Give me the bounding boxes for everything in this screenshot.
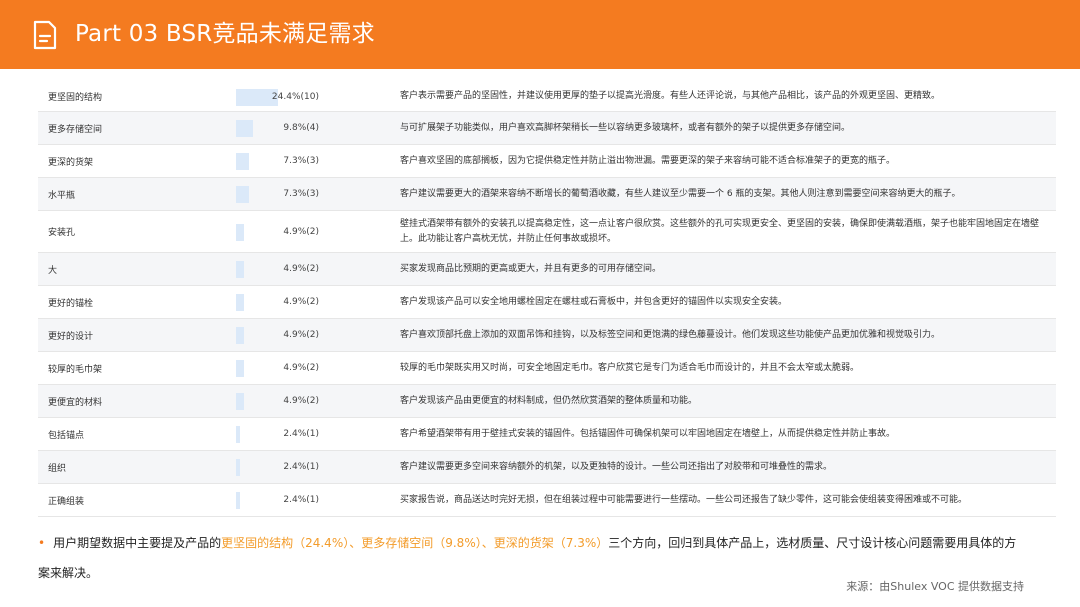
- percentage-bar: [236, 223, 244, 241]
- need-percentage: 7.3%(3): [283, 156, 319, 166]
- percentage-bar: [236, 120, 253, 137]
- need-description: 客户表示需要产品的坚固性，并建议使用更厚的垫子以提高光滑度。有些人还评论说，与其…: [400, 91, 941, 101]
- bullet-dot: •: [38, 536, 46, 550]
- percentage-bar: [236, 153, 249, 170]
- need-name: 组织: [48, 463, 67, 474]
- document-icon: [33, 20, 57, 50]
- percentage-bar: [236, 186, 249, 203]
- need-description: 买家发现商品比预期的更高或更大，并且有更多的可用存储空间。: [400, 263, 662, 274]
- highlight-stronger-structure: 更坚固的结构（24.4%）: [221, 536, 350, 550]
- percentage-bar: [236, 492, 240, 509]
- need-name: 更便宜的材料: [48, 397, 103, 408]
- need-description: 较厚的毛巾架既实用又时尚，可安全地固定毛巾。客户欣赏它是专门为适合毛巾而设计的，…: [400, 362, 860, 373]
- table-row: 更好的设计 4.9%(2) 客户喜欢顶部托盘上添加的双面吊饰和挂钩，以及标签空间和更…: [38, 319, 1056, 352]
- percentage-bar: [236, 327, 244, 344]
- need-percentage: 2.4%(1): [283, 429, 319, 439]
- need-percentage: 4.9%(2): [283, 330, 319, 340]
- need-description: 买家报告说，商品送达时完好无损，但在组装过程中可能需要进行一些摆动。一些公司还报…: [400, 494, 968, 505]
- table-row: 组织 2.4%(1) 客户建议需要更多空间来容纳额外的机架，以及更独特的设计。一些公…: [38, 451, 1056, 484]
- table-row: 更坚固的结构 24.4%(10) 客户表示需要产品的坚固性，并建议使用更厚的垫子以提…: [38, 82, 1056, 112]
- summary-prefix: 用户期望数据中主要提及产品的: [53, 536, 222, 550]
- source-note: 来源：由Shulex VOC 提供数据支持: [846, 580, 1024, 593]
- header-banner: Part 03 BSR竞品未满足需求: [0, 0, 1080, 69]
- need-description: 与可扩展架子功能类似，用户喜欢高脚杯架稍长一些以容纳更多玻璃杯，或者有额外的架子…: [400, 122, 851, 133]
- highlight-separator-1: 、: [349, 536, 362, 550]
- page-title: Part 03 BSR竞品未满足需求: [75, 21, 375, 47]
- need-name: 大: [48, 265, 58, 276]
- percentage-bar: [236, 426, 240, 443]
- highlight-more-storage: 更多存储空间（9.8%）: [361, 536, 482, 550]
- need-percentage: 2.4%(1): [283, 462, 319, 472]
- need-description: 客户建议需要更多空间来容纳额外的机架，以及更独特的设计。一些公司还指出了对胶带和…: [400, 461, 833, 472]
- need-percentage: 9.8%(4): [283, 123, 319, 133]
- need-percentage: 7.3%(3): [283, 189, 319, 199]
- need-name: 较厚的毛巾架: [48, 364, 103, 375]
- table-row: 正确组装 2.4%(1) 买家报告说，商品送达时完好无损，但在组装过程中可能需要进行…: [38, 484, 1056, 517]
- highlight-separator-2: 、: [481, 536, 494, 550]
- need-name: 更坚固的结构: [48, 93, 103, 103]
- need-percentage: 4.9%(2): [283, 226, 319, 237]
- need-name: 安装孔: [48, 228, 76, 238]
- table-row: 安装孔 4.9%(2) 壁挂式酒架带有额外的安装孔以提高稳定性，这一点让客户很欣赏。…: [38, 211, 1056, 253]
- table-row: 更多存储空间 9.8%(4) 与可扩展架子功能类似，用户喜欢高脚杯架稍长一些以容纳更…: [38, 112, 1056, 145]
- table-row: 更深的货架 7.3%(3) 客户喜欢坚固的底部搁板，因为它提供稳定性并防止溢出物泄漏…: [38, 145, 1056, 178]
- need-percentage: 4.9%(2): [283, 396, 319, 406]
- table-row: 较厚的毛巾架 4.9%(2) 较厚的毛巾架既实用又时尚，可安全地固定毛巾。客户欣赏它…: [38, 352, 1056, 385]
- table-row: 更便宜的材料 4.9%(2) 客户发现该产品由更便宜的材料制成，但仍然欣赏酒架的整体…: [38, 385, 1056, 418]
- need-percentage: 4.9%(2): [283, 363, 319, 373]
- percentage-bar: [236, 261, 244, 278]
- need-description: 客户喜欢坚固的底部搁板，因为它提供稳定性并防止溢出物泄漏。需要更深的架子来容纳可…: [400, 155, 896, 166]
- need-description: 客户发现该产品由更便宜的材料制成，但仍然欣赏酒架的整体质量和功能。: [400, 395, 698, 406]
- need-description: 客户建议需要更大的酒架来容纳不断增长的葡萄酒收藏，有些人建议至少需要一个 6 瓶…: [400, 188, 961, 199]
- need-name: 包括锚点: [48, 430, 85, 441]
- need-percentage: 24.4%(10): [271, 91, 319, 102]
- need-name: 更深的货架: [48, 157, 94, 168]
- highlight-deeper-shelf: 更深的货架（7.3%）: [493, 536, 609, 550]
- need-description: 客户希望酒架带有用于壁挂式安装的锚固件。包括锚固件可确保机架可以牢固地固定在墙壁…: [400, 428, 896, 439]
- need-name: 更好的锚栓: [48, 298, 94, 309]
- table-row: 包括锚点 2.4%(1) 客户希望酒架带有用于壁挂式安装的锚固件。包括锚固件可确保机…: [38, 418, 1056, 451]
- percentage-bar: [236, 459, 240, 476]
- need-description: 客户喜欢顶部托盘上添加的双面吊饰和挂钩，以及标签空间和更饱满的绿色藤蔓设计。他们…: [400, 329, 941, 340]
- need-name: 正确组装: [48, 496, 85, 507]
- need-percentage: 4.9%(2): [283, 297, 319, 307]
- need-description: 壁挂式酒架带有额外的安装孔以提高稳定性，这一点让客户很欣赏。这些额外的孔可实现更…: [400, 218, 1040, 244]
- table-row: 大 4.9%(2) 买家发现商品比预期的更高或更大，并且有更多的可用存储空间。: [38, 253, 1056, 286]
- need-description: 客户发现该产品可以安全地用螺栓固定在螺柱或石膏板中，并包含更好的锚固件以实现安全…: [400, 296, 788, 307]
- percentage-bar: [236, 360, 244, 377]
- table-row: 更好的锚栓 4.9%(2) 客户发现该产品可以安全地用螺栓固定在螺柱或石膏板中，并包…: [38, 286, 1056, 319]
- need-name: 水平瓶: [48, 190, 76, 201]
- percentage-bar: [236, 294, 244, 311]
- need-percentage: 2.4%(1): [283, 495, 319, 505]
- needs-table: 更坚固的结构 24.4%(10) 客户表示需要产品的坚固性，并建议使用更厚的垫子以提…: [38, 82, 1056, 517]
- need-name: 更好的设计: [48, 331, 94, 342]
- need-percentage: 4.9%(2): [283, 264, 319, 274]
- need-name: 更多存储空间: [48, 124, 103, 135]
- table-row: 水平瓶 7.3%(3) 客户建议需要更大的酒架来容纳不断增长的葡萄酒收藏，有些人建议…: [38, 178, 1056, 211]
- percentage-bar: [236, 393, 244, 410]
